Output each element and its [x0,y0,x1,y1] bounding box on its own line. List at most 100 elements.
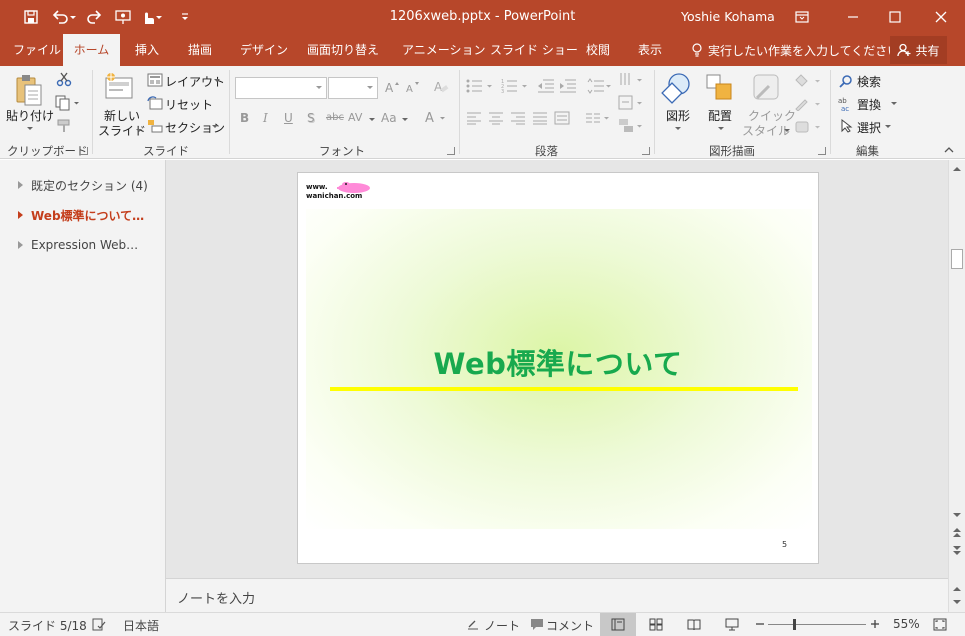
shapes-icon[interactable] [661,72,693,104]
layout-icon[interactable] [147,73,163,87]
user-name[interactable]: Yoshie Kohama [681,9,775,24]
replace-button[interactable]: 置換 [857,96,881,113]
redo-icon[interactable] [84,0,106,34]
reset-button[interactable]: リセット [165,96,213,113]
tab-animations[interactable]: アニメーション [402,34,486,66]
tab-insert[interactable]: 挿入 [135,34,159,66]
increase-indent-icon[interactable] [559,78,577,94]
paste-button[interactable]: 貼り付け [6,107,54,124]
ribbon-display-options-icon[interactable] [790,0,814,34]
bullets-icon[interactable] [466,78,496,94]
zoom-in-icon[interactable] [870,619,880,629]
shapes-button[interactable]: 図形 [666,107,690,124]
spelling-check-icon[interactable] [92,618,106,631]
slide-sorter-icon[interactable] [649,618,663,631]
zoom-out-icon[interactable] [755,619,765,629]
select-icon[interactable] [840,119,854,133]
scroll-thumb[interactable] [951,249,963,269]
drawing-launcher-icon[interactable] [818,147,826,155]
quick-styles-icon[interactable] [751,72,783,104]
close-icon[interactable] [926,0,956,34]
paragraph-launcher-icon[interactable] [642,147,650,155]
clear-formatting-icon[interactable]: A [433,79,449,95]
align-right-icon[interactable] [510,111,526,125]
slide-canvas[interactable]: www. wanichan.com Web標準について 5 [297,172,819,564]
section-expression-web[interactable]: Expression Web… [0,232,165,258]
notes-scroll-up-icon[interactable] [953,586,961,592]
paste-icon[interactable] [15,73,45,107]
section-web-standards[interactable]: Web標準について… [0,202,165,228]
customize-qat-icon[interactable] [175,0,195,34]
increase-font-icon[interactable]: A [384,80,400,94]
next-slide-icon[interactable] [953,545,961,555]
fit-slide-icon[interactable] [933,618,947,631]
shape-outline-icon[interactable] [793,97,823,111]
decrease-indent-icon[interactable] [537,78,555,94]
quick-styles-label-2[interactable]: スタイル [742,122,790,139]
notes-scrollbar[interactable] [948,578,965,612]
shape-fill-icon[interactable] [793,74,823,88]
align-text-icon[interactable] [618,95,644,111]
align-center-icon[interactable] [488,111,504,125]
smartart-icon[interactable] [618,118,644,134]
character-spacing-button[interactable]: AV [348,111,362,124]
tell-me-box[interactable]: 実行したい作業を入力してください [691,34,899,66]
zoom-level[interactable]: 55% [893,617,920,631]
font-launcher-icon[interactable] [447,147,455,155]
replace-icon[interactable]: ab ac [838,96,854,112]
arrange-icon[interactable] [704,72,736,104]
numbering-icon[interactable]: 123 [501,78,531,94]
decrease-font-icon[interactable]: A [405,80,421,94]
present-from-start-icon[interactable] [112,0,134,34]
arrange-button[interactable]: 配置 [708,107,732,124]
copy-icon[interactable] [55,95,79,111]
cut-icon[interactable] [56,71,72,87]
reading-view-icon[interactable] [687,618,701,631]
font-color-icon[interactable]: A [424,110,446,126]
shape-effects-icon[interactable] [793,120,823,134]
notes-scroll-down-icon[interactable] [953,599,961,605]
tab-design[interactable]: デザイン [240,34,288,66]
new-slide-icon[interactable] [104,72,134,100]
underline-button[interactable]: U [284,111,293,125]
font-size-combo[interactable] [328,77,378,99]
comments-toggle[interactable]: コメント [546,617,594,634]
normal-view-button[interactable] [600,613,636,636]
reset-icon[interactable] [147,96,163,110]
vertical-scrollbar[interactable] [948,160,965,578]
justify-icon[interactable] [532,111,548,125]
line-spacing-icon[interactable] [587,78,613,94]
notes-pane[interactable]: ノートを入力 [166,578,948,612]
collapse-ribbon-icon[interactable] [944,146,954,154]
touch-mode-icon[interactable] [138,0,164,34]
scroll-up-icon[interactable] [953,166,961,172]
expand-arrow-icon[interactable] [18,211,23,219]
scroll-down-icon[interactable] [953,512,961,518]
slide-show-icon[interactable] [725,618,739,631]
expand-arrow-icon[interactable] [18,181,23,189]
format-painter-icon[interactable] [56,118,72,134]
italic-button[interactable]: I [263,111,268,125]
tab-review[interactable]: 校閲 [586,34,610,66]
text-direction-icon[interactable] [618,72,644,88]
save-icon[interactable] [20,0,42,34]
notes-toggle[interactable]: ノート [484,617,520,634]
tab-file[interactable]: ファイル [13,34,61,66]
undo-icon[interactable] [49,0,79,34]
tab-draw[interactable]: 描画 [188,34,212,66]
tab-slideshow[interactable]: スライド ショー [490,34,578,66]
section-default[interactable]: 既定のセクション (4) [0,172,165,198]
slide-count[interactable]: スライド 5/18 [8,617,87,634]
font-name-combo[interactable] [235,77,327,99]
find-button[interactable]: 検索 [857,73,881,90]
change-case-button[interactable]: Aa [381,111,397,125]
notes-toggle-icon[interactable] [467,618,479,631]
distributed-icon[interactable] [554,111,570,125]
shadow-button[interactable]: S [307,111,315,125]
language[interactable]: 日本語 [123,617,159,634]
zoom-slider-thumb[interactable] [793,619,796,630]
tab-home[interactable]: ホーム [63,34,120,66]
clipboard-launcher-icon[interactable] [80,147,88,155]
comment-icon[interactable] [530,618,544,631]
expand-arrow-icon[interactable] [18,241,23,249]
